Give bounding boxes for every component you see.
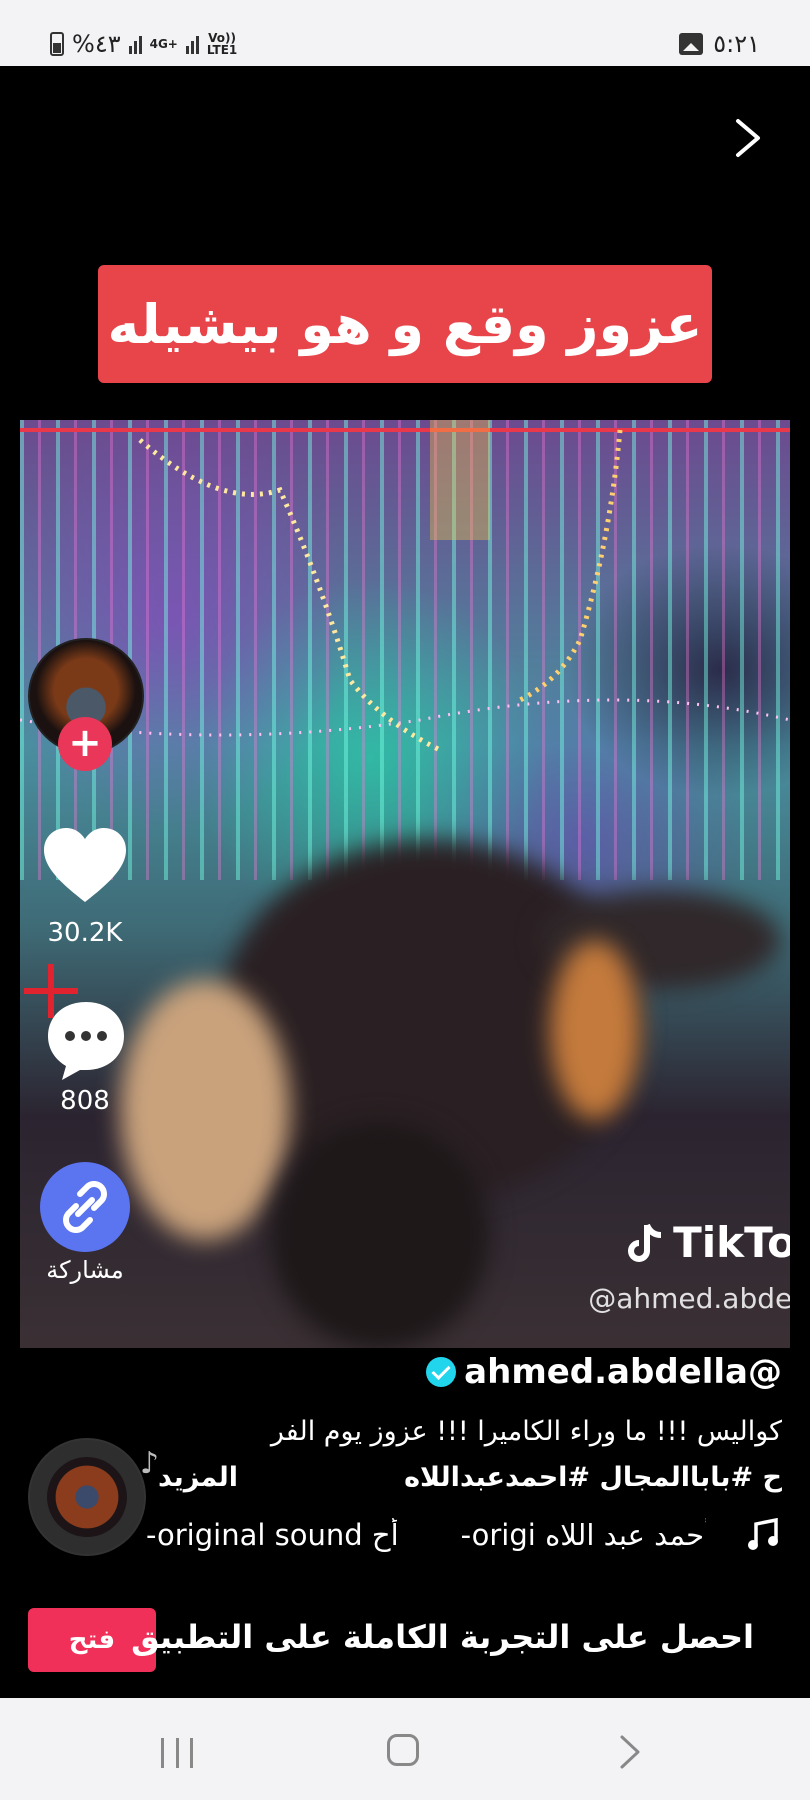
tiktok-logo-icon: [628, 1223, 662, 1262]
tiktok-watermark: TikTo: [625, 1218, 790, 1267]
comments-count: 808: [60, 1086, 110, 1116]
music-text-2: -origi أحمد عبد اللاه: [460, 1518, 706, 1552]
follow-button[interactable]: +: [58, 717, 112, 771]
heart-icon[interactable]: [42, 826, 128, 906]
signal-icon: [128, 34, 142, 54]
app-promo-text: احصل على التجربة الكاملة على التطبيق: [131, 1618, 754, 1656]
likes-count: 30.2K: [47, 918, 123, 948]
volte-bottom: LTE1: [206, 43, 238, 57]
network-4g-label: 4G+: [149, 37, 178, 51]
chevron-right-icon[interactable]: [734, 118, 762, 158]
caption-line-1: كواليس !!! ما وراء الكاميرا !!! عزوز يوم…: [270, 1416, 782, 1447]
status-right: ٥:٢١: [679, 30, 760, 58]
string-lights-graphic: [20, 420, 790, 753]
back-chevron-icon[interactable]: [618, 1734, 642, 1770]
watermark-handle: @ahmed.abdel: [588, 1282, 790, 1315]
music-text-1: -original sound أح: [146, 1518, 399, 1552]
battery-percent: %٤٣: [72, 30, 121, 58]
video-figure-legs: [270, 1120, 490, 1348]
comment-icon[interactable]: [44, 998, 128, 1082]
gallery-icon: [679, 33, 704, 55]
verified-badge-icon: [426, 1357, 457, 1387]
video-figure-orange: [550, 940, 640, 1120]
video-title-banner: عزوز وقع و هو بيشيله: [98, 265, 712, 383]
share-button[interactable]: [40, 1162, 130, 1252]
more-link[interactable]: المزيد: [158, 1462, 238, 1493]
music-disc-cover: [47, 1457, 127, 1537]
battery-icon: [50, 32, 64, 56]
username-text: ahmed.abdella@: [464, 1352, 782, 1392]
system-nav-bar: [0, 1698, 810, 1800]
video-figure-tan: [120, 980, 290, 1240]
share-label: مشاركة: [46, 1256, 124, 1284]
creator-username[interactable]: ahmed.abdella@: [426, 1352, 782, 1392]
signal-icon-2: [185, 34, 199, 54]
status-left: %٤٣ 4G+ Vo)) LTE1: [50, 30, 237, 58]
video-player[interactable]: TikTo @ahmed.abdel: [20, 420, 790, 1348]
caption-hashtags[interactable]: ح #باباالمجال #احمدعبداللاه: [404, 1462, 782, 1493]
watermark-brand: TikTo: [673, 1218, 790, 1267]
music-disc[interactable]: [28, 1438, 146, 1556]
link-icon: [63, 1181, 107, 1233]
music-note-icon: [748, 1518, 778, 1550]
status-time: ٥:٢١: [713, 30, 760, 58]
home-icon[interactable]: [387, 1734, 419, 1766]
volte-label: Vo)) LTE1: [207, 32, 237, 56]
floating-music-note-icon: ♪: [140, 1446, 160, 1481]
status-bar: %٤٣ 4G+ Vo)) LTE1 ٥:٢١: [0, 0, 810, 66]
music-ticker[interactable]: -original sound أح -origi أحمد عبد اللاه: [146, 1518, 706, 1554]
recent-apps-icon[interactable]: [161, 1738, 193, 1768]
